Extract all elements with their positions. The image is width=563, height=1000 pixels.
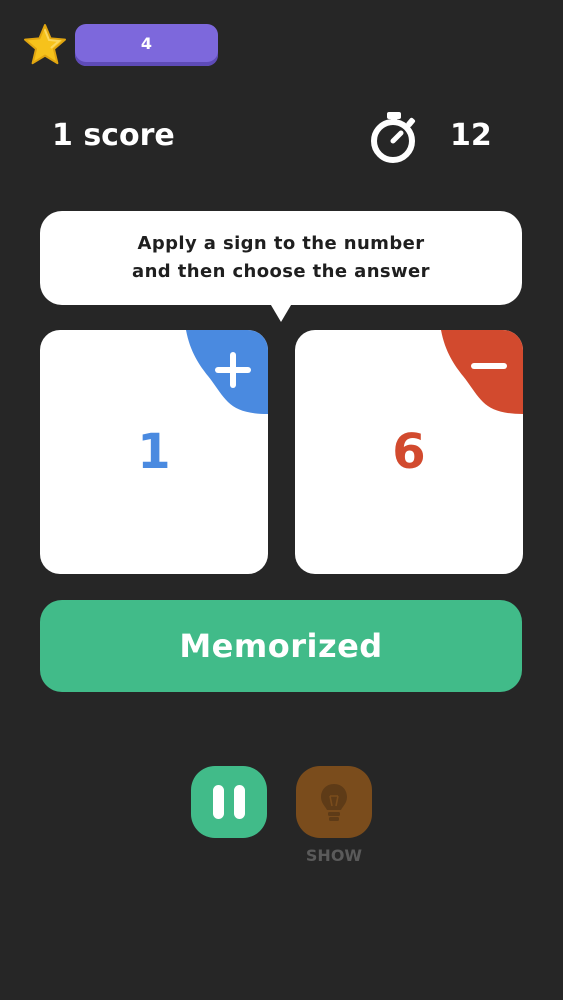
- instruction-line-1: Apply a sign to the number: [137, 233, 425, 254]
- card-number-value: 6: [392, 424, 426, 480]
- show-label: SHOW: [305, 846, 363, 865]
- level-value: 4: [140, 34, 153, 53]
- card-number-value: 1: [137, 424, 171, 480]
- pause-icon: [213, 785, 224, 819]
- bubble-tail: [268, 300, 294, 322]
- memorized-button[interactable]: Memorized: [40, 600, 522, 692]
- number-card-plus[interactable]: 1: [40, 330, 268, 574]
- instruction-line-2: and then choose the answer: [132, 261, 430, 282]
- score-label: 1 score: [52, 118, 175, 153]
- minus-icon: [441, 330, 523, 414]
- stopwatch-icon: [371, 112, 416, 163]
- lightbulb-icon: [321, 784, 347, 821]
- level-badge: 4: [75, 24, 218, 66]
- pause-button[interactable]: [191, 766, 267, 838]
- plus-icon: [186, 330, 268, 414]
- number-card-minus[interactable]: 6: [295, 330, 523, 574]
- memorized-label: Memorized: [179, 627, 383, 665]
- pause-icon-bar: [234, 785, 245, 819]
- timer-value: 12: [450, 118, 492, 153]
- hint-button[interactable]: [296, 766, 372, 838]
- star-icon: [24, 24, 66, 65]
- instruction-bubble: Apply a sign to the number and then choo…: [40, 211, 522, 305]
